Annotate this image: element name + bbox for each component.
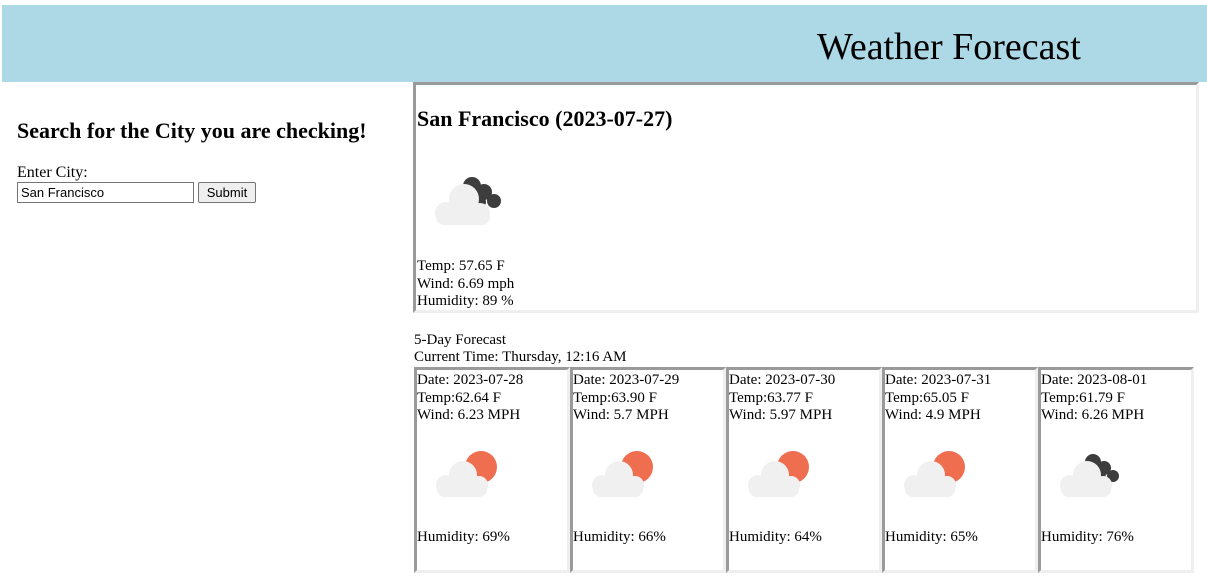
forecast-temp: Temp:61.79 F [1041,389,1125,406]
cloud-with-dark-cloud-icon [1060,454,1119,497]
forecast-card: Date: 2023-07-31 Temp:65.05 F Wind: 4.9 … [882,367,1038,573]
current-city-title: San Francisco (2023-07-27) [417,106,673,131]
forecast-wind: Wind: 5.7 MPH [573,407,669,423]
forecast-wind: Wind: 6.23 MPH [417,407,521,423]
forecast-date: Date: 2023-07-29 [573,372,680,388]
forecast-humidity: Humidity: 66% [573,529,666,545]
forecast-label: 5-Day Forecast [414,332,507,348]
submit-button[interactable]: Submit [198,182,256,203]
forecast-humidity: Humidity: 76% [1041,529,1134,545]
cloud-with-sun-icon [592,451,653,497]
cloud-with-sun-icon [436,451,497,497]
forecast-wind: Wind: 6.26 MPH [1041,407,1145,423]
search-heading: Search for the City you are checking! [17,118,367,143]
current-time: Current Time: Thursday, 12:16 AM [414,349,627,365]
forecast-wind: Wind: 4.9 MPH [885,407,981,423]
current-weather-card: San Francisco (2023-07-27) Temp: 57.65 F… [413,82,1199,313]
forecast-humidity: Humidity: 69% [417,529,510,545]
forecast-temp: Temp:62.64 F [417,389,501,406]
current-wind: Wind: 6.69 mph [417,275,515,292]
forecast-humidity: Humidity: 65% [885,529,978,545]
forecast-card: Date: 2023-07-29 Temp:63.90 F Wind: 5.7 … [570,367,726,573]
current-temp: Temp: 57.65 F [417,258,505,274]
forecast-temp: Temp:63.90 F [573,389,657,406]
city-input[interactable] [17,182,194,203]
forecast-wind: Wind: 5.97 MPH [729,407,833,423]
current-humidity: Humidity: 89 % [417,293,514,309]
page-title: Weather Forecast [817,26,1081,68]
page-header: Weather Forecast [2,5,1207,82]
forecast-temp: Temp:65.05 F [885,389,969,406]
cloud-with-sun-icon [904,451,965,497]
forecast-humidity: Humidity: 64% [729,529,822,545]
city-label: Enter City: [17,164,88,181]
forecast-date: Date: 2023-07-28 [417,372,524,388]
cloud-with-dark-cloud-icon [435,177,501,225]
forecast-date: Date: 2023-07-30 [729,372,836,388]
forecast-card: Date: 2023-07-30 Temp:63.77 F Wind: 5.97… [726,367,882,573]
current-details: Temp: 57.65 F Wind: 6.69 mph Humidity: 8… [417,258,514,311]
forecast-date: Date: 2023-07-31 [885,372,992,388]
forecast-temp: Temp:63.77 F [729,389,813,406]
cloud-with-sun-icon [748,451,809,497]
forecast-date: Date: 2023-08-01 [1041,372,1148,388]
forecast-card: Date: 2023-08-01 Temp:61.79 F Wind: 6.26… [1038,367,1194,573]
forecast-card: Date: 2023-07-28 Temp:62.64 F Wind: 6.23… [414,367,570,573]
